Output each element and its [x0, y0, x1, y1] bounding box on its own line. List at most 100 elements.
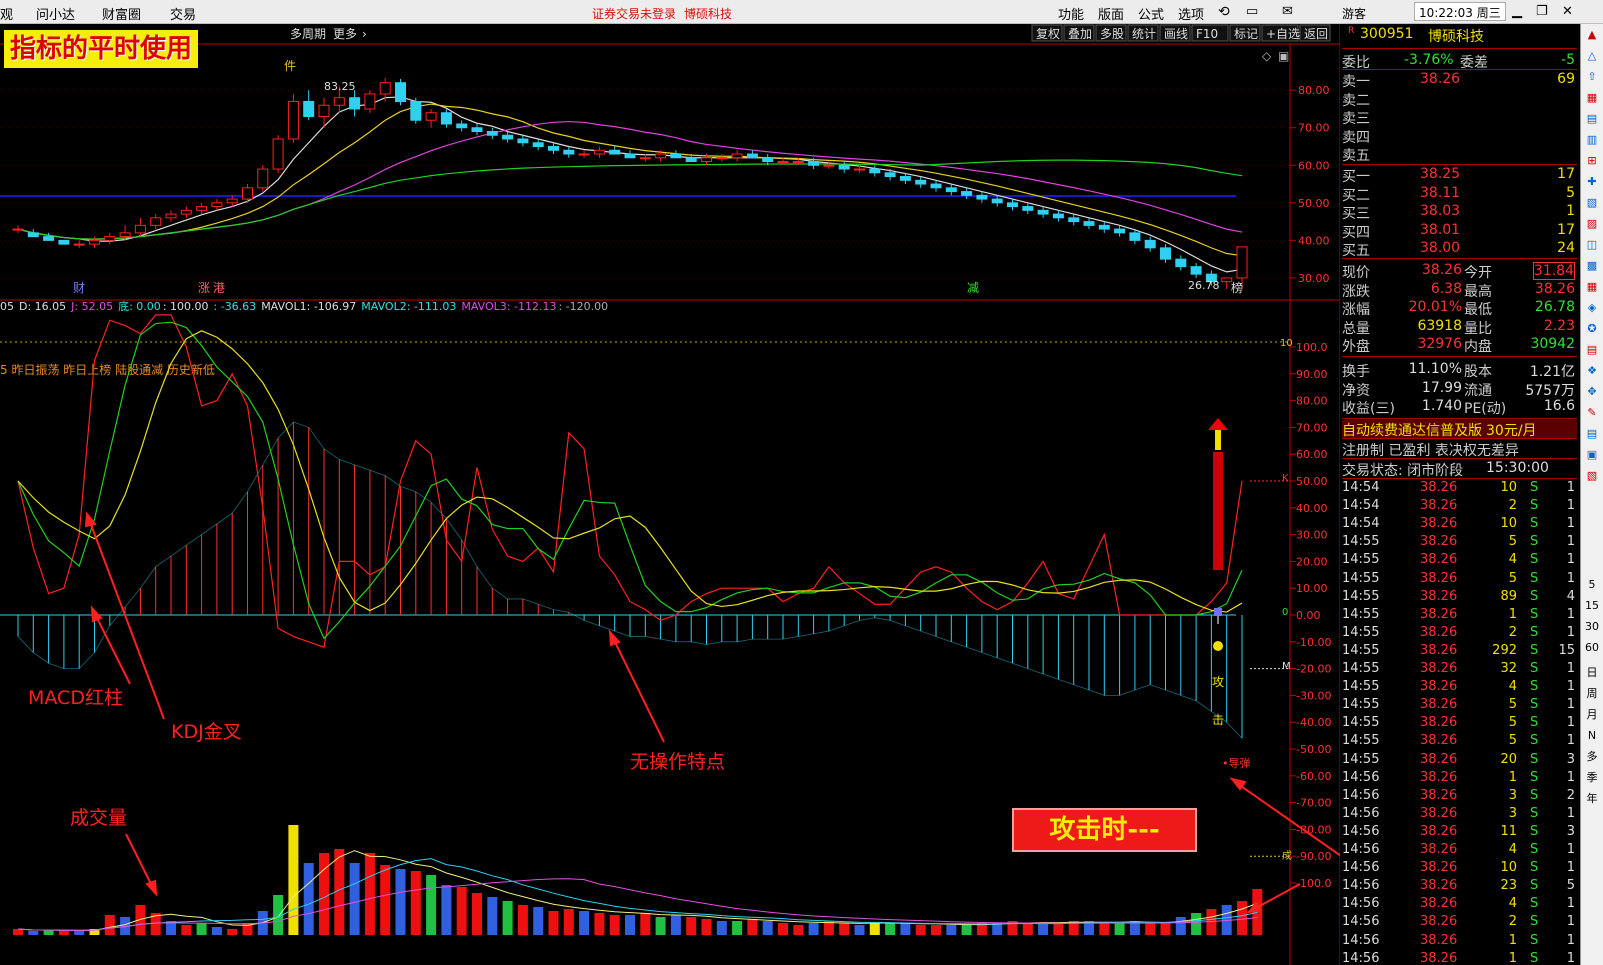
marker-gang: 港 [213, 281, 225, 295]
period-30[interactable]: 30 [1583, 618, 1601, 635]
quote-cell: 1 [1566, 516, 1575, 532]
menu-function[interactable]: 功能 [1058, 4, 1084, 23]
period-60[interactable]: 60 [1583, 639, 1601, 656]
quote-cell: 14:56 [1342, 878, 1380, 894]
candle [915, 179, 927, 185]
tool-icon[interactable]: ▤ [1583, 341, 1601, 358]
window-icon[interactable]: ▭ [1246, 4, 1258, 19]
volume-bar [931, 925, 941, 935]
quote-cell: 14:56 [1342, 950, 1380, 965]
tool-icon[interactable]: ▨ [1583, 215, 1601, 232]
volume-bar [456, 887, 467, 935]
close-icon[interactable]: ✕ [1562, 4, 1573, 19]
toolbar-btn-3[interactable]: 统计 [1132, 27, 1156, 41]
tool-icon[interactable]: ⊞ [1583, 152, 1601, 169]
period-tool[interactable]: 年 [1583, 790, 1601, 807]
menu-formula[interactable]: 公式 [1138, 4, 1164, 23]
menu-wenxiaoda[interactable]: 问小达 [36, 4, 75, 23]
quote-cell: 14:55 [1342, 733, 1380, 749]
quote-cell: 内盘 [1464, 339, 1492, 355]
toolbar-btn-7[interactable]: +自选 [1266, 27, 1300, 41]
tool-icon[interactable]: ◫ [1583, 236, 1601, 253]
tool-icon[interactable]: ✚ [1583, 173, 1601, 190]
tool-icon[interactable]: △ [1583, 47, 1601, 64]
toolbar-btn-2[interactable]: 多股 [1100, 27, 1124, 41]
period-tool[interactable]: 月 [1583, 706, 1601, 723]
period-tool[interactable]: 日 [1583, 664, 1601, 681]
collapse-icon[interactable]: ▣ [1278, 49, 1289, 63]
quote-cell: 292 [1492, 642, 1517, 658]
tool-icon[interactable]: ⇧ [1583, 68, 1601, 85]
period-tool[interactable]: 周 [1583, 685, 1601, 702]
menu-trade[interactable]: 交易 [170, 4, 196, 23]
tool-icon[interactable]: ▩ [1583, 257, 1601, 274]
macd-annotation: MACD红柱 [28, 687, 123, 709]
period-tool[interactable]: 季 [1583, 769, 1601, 786]
quote-cell: 6.38 [1430, 280, 1462, 297]
refresh-icon[interactable]: ⟲ [1218, 4, 1230, 20]
menu-layout[interactable]: 版面 [1098, 4, 1124, 23]
minimize-icon[interactable]: ▁ [1512, 4, 1522, 19]
period-5[interactable]: 5 [1583, 576, 1601, 593]
quote-cell: 交易状态: 闭市阶段 [1342, 463, 1464, 479]
stat-row: 收益(三) 1.740 PE(动) 16.6 [1342, 398, 1577, 417]
tool-icon[interactable]: ▲ [1583, 26, 1601, 43]
candle [196, 206, 208, 211]
menu-options[interactable]: 选项 [1178, 4, 1204, 23]
tool-icon[interactable]: ▦ [1583, 89, 1601, 106]
multi-period-button[interactable]: 多周期 [290, 27, 326, 41]
quote-cell: 38.26 [1420, 896, 1458, 912]
tool-icon[interactable]: ▣ [1583, 446, 1601, 463]
toolbar-btn-1[interactable]: 叠加 [1068, 27, 1092, 41]
tool-icon[interactable]: ◈ [1583, 299, 1601, 316]
tool-icon[interactable]: ❖ [1583, 362, 1601, 379]
tool-icon[interactable]: ▧ [1583, 194, 1601, 211]
candle [440, 112, 452, 125]
toolbar-btn-4[interactable]: 画线 [1164, 27, 1188, 41]
tool-icon[interactable]: ▦ [1583, 278, 1601, 295]
candle [578, 153, 590, 156]
candle [854, 168, 865, 171]
quote-cell: -3.76% [1404, 52, 1454, 68]
tool-icon[interactable]: ▤ [1583, 425, 1601, 442]
tool-icon[interactable]: ▧ [1583, 467, 1601, 484]
candle [211, 202, 223, 208]
tool-icon[interactable]: ▥ [1583, 131, 1601, 148]
guest-label[interactable]: 游客 [1342, 5, 1366, 22]
quote-cell: 3 [1566, 823, 1575, 839]
quote-cell: 32 [1500, 661, 1517, 676]
tool-icon[interactable]: ✪ [1583, 320, 1601, 337]
quote-cell: 1.740 [1421, 398, 1462, 414]
quote-cell: 38.26 [1420, 751, 1458, 767]
menu-caifuquan[interactable]: 财富圈 [102, 4, 141, 23]
diamond-icon[interactable]: ◇ [1262, 49, 1272, 63]
quote-cell: S [1530, 570, 1539, 586]
right-toolbar: ▲ △ ⇧ ▦ ▤ ▥ ⊞ ✚ ▧ ▨ ◫ ▩ ▦ ◈ ✪ ▤ ❖ ✥ ✎ ▤ ▣ ▧ 5 15 30 60 日周月 N 多季年 [1580, 24, 1603, 965]
period-tool[interactable]: 多 [1583, 748, 1601, 765]
mail-icon[interactable]: ✉ [1282, 4, 1293, 19]
edge-k: K [1282, 473, 1289, 484]
quote-cell: S [1530, 516, 1539, 532]
candle [364, 93, 376, 110]
candle [976, 194, 988, 200]
indicator-legend: 05 D: 16.05 J: 52.05 底: 0.00: 100.00: -36.6… [0, 299, 608, 313]
candle [287, 100, 299, 140]
menu-view[interactable]: 观 [0, 4, 13, 23]
tool-icon[interactable]: ▤ [1583, 110, 1601, 127]
candle [869, 168, 881, 174]
restore-icon[interactable]: ❐ [1536, 4, 1548, 19]
tick-row: 14:54 38.26 10 S 1 [1342, 516, 1577, 534]
tool-icon[interactable]: ✥ [1583, 383, 1601, 400]
toolbar-btn-5[interactable]: F10 [1196, 27, 1218, 41]
tool-icon[interactable]: ✎ [1583, 404, 1601, 421]
toolbar-btn-6[interactable]: 标记 [1234, 27, 1258, 41]
no-op-annotation: 无操作特点 [630, 751, 725, 773]
toolbar-btn-8[interactable]: 返回 [1304, 27, 1328, 41]
period-15[interactable]: 15 [1583, 597, 1601, 614]
toolbar-btn-0[interactable]: 复权 [1036, 27, 1060, 41]
quote-cell: 1 [1566, 896, 1575, 912]
chart-toolbar: 复权 叠加 多股 统计 画线 F10 标记 +自选 返回 [1031, 24, 1331, 42]
more-button[interactable]: 更多 [333, 27, 357, 41]
period-tool[interactable]: N [1583, 727, 1601, 744]
quote-cell: 1 [1566, 842, 1575, 857]
